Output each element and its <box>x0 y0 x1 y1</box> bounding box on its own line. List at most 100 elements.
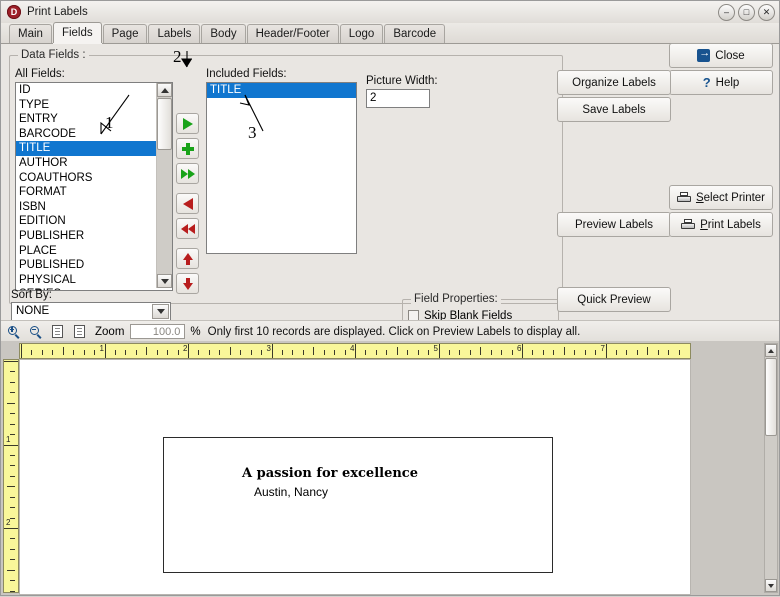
zoom-label: Zoom <box>95 325 125 338</box>
chevron-down-icon[interactable] <box>152 304 169 319</box>
printer-icon <box>681 219 696 230</box>
organize-labels-label: Organize Labels <box>572 76 656 89</box>
list-item[interactable]: BARCODE <box>16 127 172 142</box>
window-controls: – □ ✕ <box>718 4 775 21</box>
annotation-marker-2: 2 <box>173 47 182 66</box>
transfer-button-column <box>176 113 199 298</box>
zoom-in-button[interactable] <box>4 323 23 340</box>
question-mark-icon: ? <box>702 75 711 90</box>
status-text: Only first 10 records are displayed. Cli… <box>207 325 581 338</box>
tab-bar: Main Fields Page Labels Body Header/Foot… <box>1 22 779 44</box>
close-button-label: Close <box>715 49 745 62</box>
sort-by-select[interactable]: NONE <box>11 302 171 321</box>
list-item[interactable]: COAUTHORS <box>16 171 172 186</box>
move-down-button[interactable] <box>176 273 199 294</box>
list-item[interactable]: TYPE <box>16 98 172 113</box>
picture-width-input[interactable]: 2 <box>366 89 430 108</box>
add-all-fields-button[interactable] <box>176 163 199 184</box>
horizontal-ruler: 1234567 <box>19 343 691 359</box>
quick-preview-label: Quick Preview <box>577 293 651 306</box>
scrollbar-thumb[interactable] <box>157 98 172 150</box>
included-fields-list[interactable]: TITLE <box>206 82 357 254</box>
help-button-label: Help <box>715 76 740 89</box>
fit-page-icon <box>74 325 85 338</box>
list-item-selected[interactable]: TITLE <box>16 141 172 156</box>
annotation-marker-3: 3 <box>248 123 257 142</box>
list-item[interactable]: PLACE <box>16 244 172 259</box>
close-button[interactable]: Close <box>669 43 773 68</box>
remove-field-button[interactable] <box>176 193 199 214</box>
sort-by-label: Sort By: <box>11 289 52 301</box>
red-left-triangle-icon <box>182 197 193 210</box>
zoom-input[interactable]: 100.0 <box>130 324 186 339</box>
maximize-icon[interactable]: □ <box>738 4 755 21</box>
preview-page: A passion for excellence Austin, Nancy <box>19 359 691 595</box>
print-labels-window: D Print Labels – □ ✕ Main Fields Page La… <box>0 0 780 596</box>
list-item[interactable]: ENTRY <box>16 112 172 127</box>
list-item-selected[interactable]: TITLE <box>207 83 356 98</box>
zoom-out-button[interactable] <box>26 323 45 340</box>
fit-width-button[interactable] <box>48 323 67 340</box>
scroll-up-icon[interactable] <box>765 344 777 357</box>
organize-labels-button[interactable]: Organize Labels <box>557 70 671 95</box>
all-fields-label: All Fields: <box>15 68 65 80</box>
exit-door-icon <box>697 47 711 62</box>
red-down-arrow-icon <box>182 277 193 290</box>
red-double-left-icon <box>180 223 195 234</box>
print-labels-button[interactable]: Print Labels <box>669 212 773 237</box>
list-item[interactable]: EDITION <box>16 214 172 229</box>
field-properties-group-label: Field Properties: <box>411 293 501 305</box>
list-item[interactable]: PUBLISHED <box>16 258 172 273</box>
scroll-down-icon[interactable] <box>157 274 172 288</box>
tab-logo[interactable]: Logo <box>339 24 384 43</box>
scroll-up-icon[interactable] <box>157 83 172 97</box>
preview-labels-button[interactable]: Preview Labels <box>557 212 671 237</box>
data-fields-group-label: Data Fields : <box>18 49 89 61</box>
minimize-icon[interactable]: – <box>718 4 735 21</box>
insert-field-button[interactable] <box>176 138 199 159</box>
tab-labels[interactable]: Labels <box>148 24 201 43</box>
help-button[interactable]: ? Help <box>669 70 773 95</box>
green-right-triangle-icon <box>182 117 193 130</box>
vertical-ruler: 12 <box>3 359 19 593</box>
red-up-arrow-icon <box>182 252 193 265</box>
save-labels-button[interactable]: Save Labels <box>557 97 671 122</box>
close-icon[interactable]: ✕ <box>758 4 775 21</box>
green-double-right-icon <box>180 168 195 179</box>
zoom-in-icon <box>7 325 20 339</box>
list-item[interactable]: PHYSICAL <box>16 273 172 288</box>
quick-preview-button[interactable]: Quick Preview <box>557 287 671 312</box>
annotation-marker-1: 1 <box>105 113 114 132</box>
scroll-down-icon[interactable] <box>765 579 777 592</box>
included-fields-label: Included Fields: <box>206 68 287 80</box>
fit-width-icon <box>52 325 63 338</box>
tab-main[interactable]: Main <box>9 24 52 43</box>
label-title: A passion for excellence <box>242 466 418 481</box>
tab-body[interactable]: Body <box>201 24 246 43</box>
scrollbar-thumb[interactable] <box>765 358 777 436</box>
tab-barcode[interactable]: Barcode <box>384 24 446 43</box>
tab-header-footer[interactable]: Header/Footer <box>246 24 339 43</box>
list-item[interactable]: PUBLISHER <box>16 229 172 244</box>
add-field-button[interactable] <box>176 113 199 134</box>
fit-page-button[interactable] <box>70 323 89 340</box>
tab-fields[interactable]: Fields <box>52 22 102 43</box>
sort-by-value: NONE <box>16 305 50 317</box>
list-item[interactable]: FORMAT <box>16 185 172 200</box>
list-item[interactable]: AUTHOR <box>16 156 172 171</box>
print-labels-label: Print Labels <box>700 218 761 231</box>
list-item[interactable]: ISBN <box>16 200 172 215</box>
preview-scrollbar[interactable] <box>764 343 778 593</box>
tab-page[interactable]: Page <box>102 24 148 43</box>
move-up-button[interactable] <box>176 248 199 269</box>
all-fields-scrollbar[interactable] <box>156 83 172 288</box>
all-fields-list[interactable]: ID TYPE ENTRY BARCODE TITLE AUTHOR COAUT… <box>15 82 173 291</box>
select-printer-button[interactable]: Select Printer <box>669 185 773 210</box>
green-plus-icon <box>181 142 194 155</box>
percent-label: % <box>190 325 201 338</box>
fields-tab-panel: Data Fields : All Fields: ID TYPE ENTRY … <box>1 43 779 356</box>
list-item[interactable]: ID <box>16 83 172 98</box>
window-title: Print Labels <box>27 6 88 18</box>
preview-toolbar: Zoom 100.0 % Only first 10 records are d… <box>1 320 779 343</box>
remove-all-fields-button[interactable] <box>176 218 199 239</box>
